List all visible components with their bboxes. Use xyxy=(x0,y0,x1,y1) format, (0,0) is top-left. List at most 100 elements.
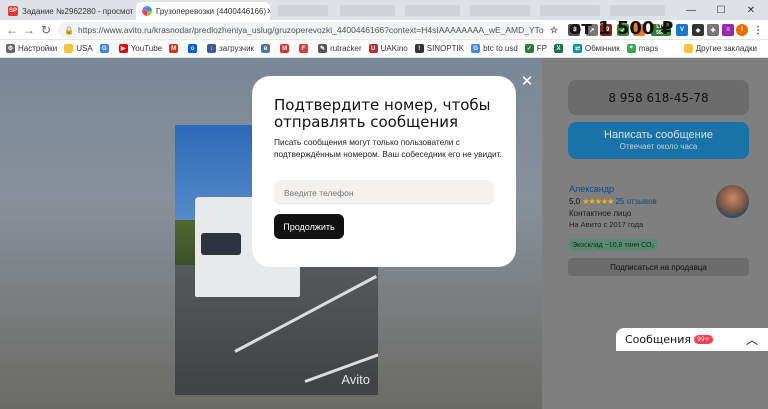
extension-icon[interactable]: ≡ xyxy=(722,24,734,36)
bookmark-label: Обмінник xyxy=(585,44,620,53)
gmail-icon: M xyxy=(169,44,179,53)
rating-value: 5,0 xyxy=(569,197,581,206)
bookmark-sinoptik[interactable]: ! SINOPTIK xyxy=(414,44,465,53)
close-icon[interactable]: ✕ xyxy=(266,6,270,17)
sp-icon: SP xyxy=(8,6,18,16)
messages-label: Сообщения xyxy=(625,333,692,346)
profile-avatar-icon[interactable]: I xyxy=(736,24,748,36)
vk-icon: в xyxy=(261,44,271,53)
youtube-icon: ▶ xyxy=(118,44,128,53)
tab-avito[interactable]: Грузоперевозки (4400446166) ✕ xyxy=(136,2,270,20)
lock-icon: 🔒 xyxy=(64,25,74,35)
tab-task[interactable]: SP Задание №2962280 - просмотр ✕ xyxy=(2,2,134,20)
messages-count-badge: 99+ xyxy=(694,335,713,344)
bookmark-label: SINOPTIK xyxy=(426,44,465,53)
bookmark-settings[interactable]: ⚙ Настройки xyxy=(6,44,57,53)
write-message-button[interactable]: Написать сообщение Отвечает около часа xyxy=(568,122,749,159)
bookmark-label: USA xyxy=(76,44,93,53)
uakino-icon: U xyxy=(368,44,378,53)
bookmark-exchange[interactable]: ⇄ Обмінник xyxy=(573,44,620,53)
modal-close-icon[interactable]: ✕ xyxy=(519,73,535,90)
extension-icon[interactable]: V xyxy=(676,24,688,36)
bookmark-ozon[interactable]: o xyxy=(188,44,200,53)
excel-icon: X xyxy=(554,44,564,53)
bookmark-rutracker[interactable]: ✎ rutracker xyxy=(318,44,362,53)
reload-icon[interactable]: ↻ xyxy=(38,22,54,38)
maps-icon: ⌖ xyxy=(626,44,636,53)
subscribe-seller-button[interactable]: Подписаться на продавца xyxy=(568,258,749,276)
f-icon: F xyxy=(299,44,309,53)
bookmark-google[interactable]: G xyxy=(99,44,112,53)
gmail2-icon: M xyxy=(280,44,290,53)
tab-other[interactable] xyxy=(540,5,600,16)
ozon-icon: o xyxy=(188,44,198,53)
tab-other[interactable] xyxy=(470,5,530,16)
bookmark-excel[interactable]: X xyxy=(554,44,566,53)
bookmark-label: rutracker xyxy=(330,44,362,53)
tab-strip: SP Задание №2962280 - просмотр ✕ Грузопе… xyxy=(0,0,768,20)
bookmark-gmail[interactable]: M xyxy=(169,44,181,53)
bookmark-label: maps xyxy=(638,44,659,53)
tab-other[interactable] xyxy=(405,5,460,16)
phone-button[interactable]: 8 958 618-45-78 xyxy=(568,80,749,115)
star-icon: ★★★★★ xyxy=(582,197,614,206)
folder-icon xyxy=(683,44,693,53)
extension-icon[interactable]: ◆ xyxy=(692,24,704,36)
bookmark-label: YouTube xyxy=(130,44,163,53)
write-message-label: Написать сообщение xyxy=(604,129,713,141)
messages-bar[interactable]: Сообщения 99+ ︿ xyxy=(616,328,768,351)
bookmark-f[interactable]: F xyxy=(299,44,311,53)
phone-input[interactable] xyxy=(274,180,494,205)
tab-label: Грузоперевозки (4400446166) xyxy=(156,6,267,16)
bookmark-uakino[interactable]: U UAKino xyxy=(368,44,408,53)
bookmark-star-icon[interactable]: ☆ xyxy=(548,24,560,36)
folder-icon xyxy=(64,44,74,53)
bookmark-other[interactable]: Другие закладки xyxy=(683,44,757,53)
bookmarks-bar: ⚙ Настройки USA G ▶ YouTube M o ↓ загрузчик… xyxy=(0,40,768,58)
minimize-icon[interactable]: — xyxy=(676,0,706,20)
extensions-puzzle-icon[interactable]: ✚ xyxy=(707,24,719,36)
maximize-icon[interactable]: ☐ xyxy=(706,0,736,20)
tab-other[interactable] xyxy=(610,5,665,16)
tab-label: Задание №2962280 - просмотр xyxy=(22,6,134,16)
continue-button[interactable]: Продолжить xyxy=(274,214,344,239)
confirm-phone-modal: Подтвердите номер, чтобы отправлять сооб… xyxy=(252,76,516,267)
listing-price: от 1 500 ₽ xyxy=(569,18,674,39)
bookmark-btc[interactable]: Gbtc to usd xyxy=(471,44,518,53)
google-icon: G xyxy=(99,44,109,53)
seller-avatar[interactable] xyxy=(716,185,749,218)
tab-other[interactable] xyxy=(340,5,395,16)
bookmark-maps[interactable]: ⌖ maps xyxy=(626,44,659,53)
sinoptik-icon: ! xyxy=(414,44,424,53)
window-close-icon[interactable]: ✕ xyxy=(736,0,766,20)
bookmark-downloader[interactable]: ↓ загрузчик xyxy=(207,44,254,53)
forward-icon[interactable]: → xyxy=(21,22,37,38)
bookmark-vk[interactable]: в xyxy=(261,44,273,53)
url-text: https://www.avito.ru/krasnodar/predlozhe… xyxy=(77,25,544,35)
eco-badge: Экосклад −10,8 тонн CO₂ xyxy=(569,239,658,251)
avito-icon xyxy=(142,6,152,16)
tab-other[interactable] xyxy=(278,5,328,16)
address-bar[interactable]: 🔒 https://www.avito.ru/krasnodar/predloz… xyxy=(58,22,544,38)
bookmark-gmail2[interactable]: M xyxy=(280,44,292,53)
bookmark-label: Другие закладки xyxy=(695,44,757,53)
bookmark-label: UAKino xyxy=(380,44,408,53)
reviews-link[interactable]: 25 отзывов xyxy=(615,197,656,206)
response-time: Отвечает около часа xyxy=(619,142,698,151)
bookmark-fp[interactable]: ✓ FP xyxy=(524,44,548,53)
seller-since: На Авито с 2017 года xyxy=(569,220,644,229)
google-icon: G xyxy=(471,44,481,53)
bookmark-youtube[interactable]: ▶ YouTube xyxy=(118,44,163,53)
download-icon: ↓ xyxy=(207,44,217,53)
modal-title: Подтвердите номер, чтобы отправлять сооб… xyxy=(274,96,491,131)
bookmark-label: btc to usd xyxy=(483,44,518,53)
modal-description: Писать сообщения могут только пользовате… xyxy=(274,137,502,159)
chevron-up-icon[interactable]: ︿ xyxy=(746,331,758,348)
exchange-icon: ⇄ xyxy=(573,44,583,53)
menu-kebab-icon[interactable]: ⋮ xyxy=(752,24,764,36)
bookmark-usa[interactable]: USA xyxy=(64,44,93,53)
avito-watermark: Avito xyxy=(341,372,370,387)
bookmark-label: загрузчик xyxy=(219,44,255,53)
bookmark-label: FP xyxy=(536,44,548,53)
back-icon[interactable]: ← xyxy=(4,22,20,38)
